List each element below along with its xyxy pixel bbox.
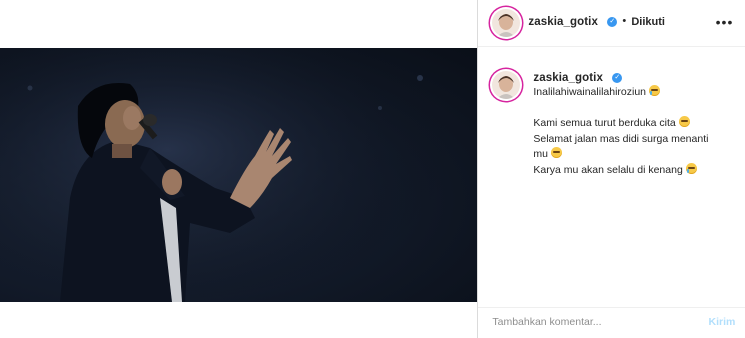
caption-username[interactable]: zaskia_gotix xyxy=(533,72,603,84)
avatar[interactable] xyxy=(492,9,521,37)
post-header: zaskia_gotix ✓ • Diikuti ••• xyxy=(478,0,745,47)
crying-face-icon xyxy=(649,85,661,96)
caption-line: Selamat jalan mas didi surga menanti xyxy=(533,132,709,145)
post-username[interactable]: zaskia_gotix xyxy=(528,16,598,28)
post-media xyxy=(0,0,478,338)
caption-avatar-image xyxy=(492,71,521,99)
avatar-image xyxy=(492,9,521,37)
caption-line: Kami semua turut berduka cita xyxy=(533,116,708,132)
caption-line: Inalilahiwainalilahiroziun xyxy=(533,85,708,101)
caption-avatar[interactable] xyxy=(492,71,521,99)
singer-photo xyxy=(0,48,478,302)
separator-dot: • xyxy=(622,15,627,27)
post-comment-button[interactable]: Kirim xyxy=(709,316,736,328)
instagram-post: zaskia_gotix ✓ • Diikuti ••• zaskia_goti… xyxy=(0,0,745,338)
smiling-face-icon xyxy=(550,147,562,158)
smiling-face-icon xyxy=(678,116,690,127)
post-photo[interactable] xyxy=(0,48,478,302)
comment-bar: Tambahkan komentar... Kirim xyxy=(478,307,745,338)
caption-text: Inalilahiwainalilahiroziun Kami semua tu… xyxy=(533,85,708,178)
post-sidebar: zaskia_gotix ✓ • Diikuti ••• zaskia_goti… xyxy=(477,0,745,338)
ellipsis-icon[interactable]: ••• xyxy=(716,14,734,30)
verified-badge-icon: ✓ xyxy=(607,17,618,27)
caption-verified-icon: ✓ xyxy=(612,73,623,83)
comment-input[interactable]: Tambahkan komentar... xyxy=(492,316,601,328)
crying-face-icon xyxy=(685,162,697,174)
follow-status-button[interactable]: Diikuti xyxy=(631,16,665,28)
caption-line: mu xyxy=(533,147,708,163)
caption-line: Karya mu akan selalu di kenang xyxy=(533,162,708,179)
